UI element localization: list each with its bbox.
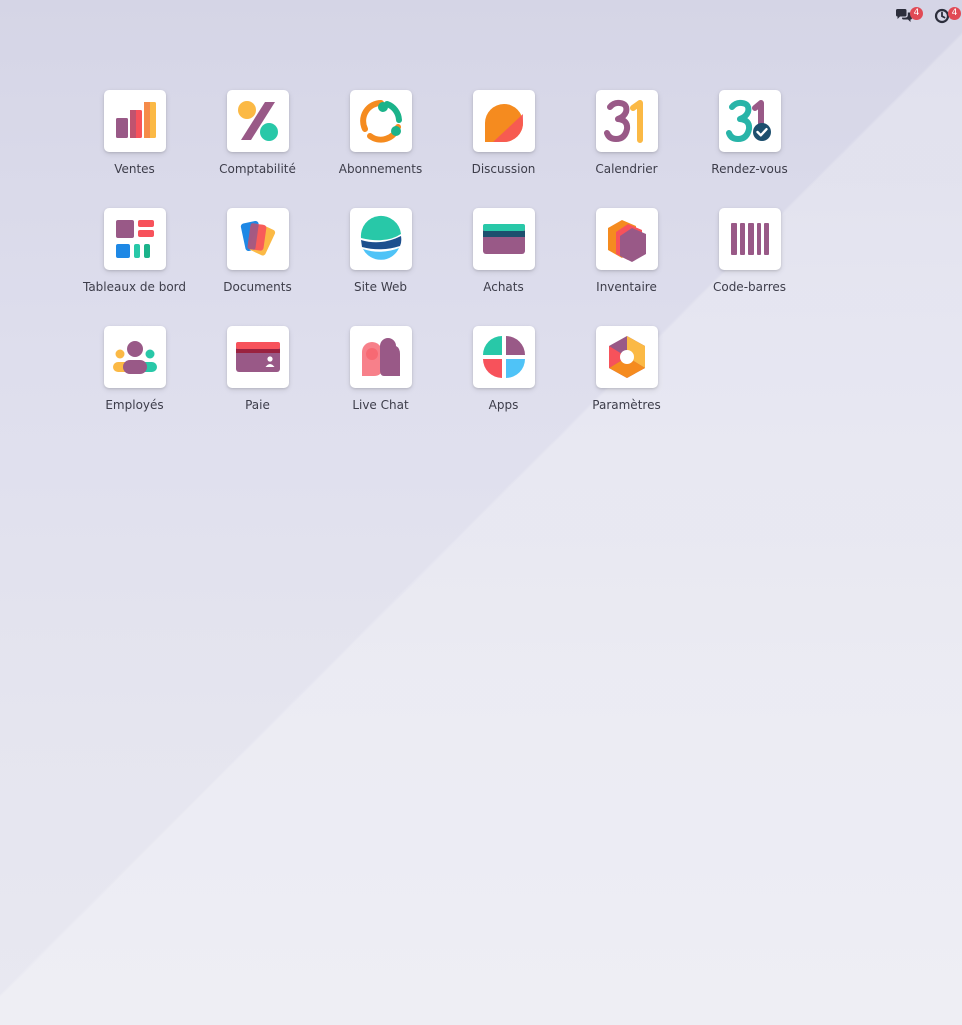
- subscription-cycle-icon: [359, 100, 402, 143]
- discussion-bubble-icon: [484, 104, 523, 142]
- app-rendez-vous[interactable]: Rendez-vous: [688, 90, 811, 208]
- app-label: Live Chat: [352, 398, 409, 412]
- credit-card-icon: [482, 224, 525, 254]
- app-ventes[interactable]: Ventes: [73, 90, 196, 208]
- activities-button[interactable]: 4: [930, 6, 961, 30]
- employees-icon: [112, 341, 157, 374]
- appointment-31-check-icon: [725, 99, 771, 142]
- app-label: Paie: [245, 398, 270, 412]
- app-label: Tableaux de bord: [82, 280, 187, 294]
- barcode-icon: [730, 223, 769, 255]
- settings-hexagon-icon: [608, 336, 645, 378]
- app-paie[interactable]: Paie: [196, 326, 319, 444]
- app-tile: [226, 90, 289, 152]
- documents-icon: [240, 220, 275, 256]
- app-tile: [226, 326, 289, 388]
- app-label: Calendrier: [595, 162, 658, 176]
- app-inventaire[interactable]: Inventaire: [565, 208, 688, 326]
- app-tile: [595, 326, 658, 388]
- app-tile: [472, 90, 535, 152]
- calendar-31-icon: [603, 99, 643, 143]
- app-label: Abonnements: [338, 162, 423, 176]
- app-comptabilite[interactable]: Comptabilité: [196, 90, 319, 208]
- app-calendrier[interactable]: Calendrier: [565, 90, 688, 208]
- app-tableaux-de-bord[interactable]: Tableaux de bord: [73, 208, 196, 326]
- apps-quadrant-icon: [482, 336, 525, 378]
- app-apps[interactable]: Apps: [442, 326, 565, 444]
- dashboard-icon: [115, 220, 154, 258]
- app-tile: [595, 208, 658, 270]
- app-label: Documents: [223, 280, 292, 294]
- payroll-card-icon: [235, 342, 280, 372]
- inventory-box-icon: [607, 220, 646, 262]
- app-tile: [349, 326, 412, 388]
- messages-button[interactable]: 4: [892, 6, 923, 30]
- app-label: Discussion: [471, 162, 536, 176]
- app-tile: [103, 90, 166, 152]
- app-label: Achats: [483, 280, 524, 294]
- percent-icon: [237, 101, 278, 141]
- app-label: Inventaire: [596, 280, 657, 294]
- app-live-chat[interactable]: Live Chat: [319, 326, 442, 444]
- app-label: Apps: [488, 398, 519, 412]
- app-tile: [349, 208, 412, 270]
- app-achats[interactable]: Achats: [442, 208, 565, 326]
- app-parametres[interactable]: Paramètres: [565, 326, 688, 444]
- website-globe-icon: [360, 215, 401, 260]
- app-label: Rendez-vous: [711, 162, 788, 176]
- app-tile: [595, 90, 658, 152]
- app-tile: [718, 208, 781, 270]
- app-employes[interactable]: Employés: [73, 326, 196, 444]
- sales-bar-chart-icon: [115, 102, 156, 138]
- app-grid: Ventes Comptabilité Abonnements Discussi…: [73, 90, 811, 444]
- app-label: Comptabilité: [219, 162, 296, 176]
- app-label: Paramètres: [592, 398, 661, 412]
- app-code-barres[interactable]: Code-barres: [688, 208, 811, 326]
- app-label: Ventes: [114, 162, 155, 176]
- app-tile: [103, 208, 166, 270]
- app-documents[interactable]: Documents: [196, 208, 319, 326]
- app-discussion[interactable]: Discussion: [442, 90, 565, 208]
- app-site-web[interactable]: Site Web: [319, 208, 442, 326]
- app-tile: [349, 90, 412, 152]
- activities-count-badge: 4: [948, 7, 961, 20]
- app-tile: [103, 326, 166, 388]
- app-label: Code-barres: [712, 280, 787, 294]
- app-tile: [472, 326, 535, 388]
- app-label: Employés: [105, 398, 164, 412]
- app-tile: [718, 90, 781, 152]
- app-abonnements[interactable]: Abonnements: [319, 90, 442, 208]
- app-tile: [472, 208, 535, 270]
- live-chat-icon: [361, 338, 400, 376]
- systray: 4 4: [892, 6, 961, 30]
- app-label: Site Web: [353, 280, 407, 294]
- messages-count-badge: 4: [910, 7, 923, 20]
- app-tile: [226, 208, 289, 270]
